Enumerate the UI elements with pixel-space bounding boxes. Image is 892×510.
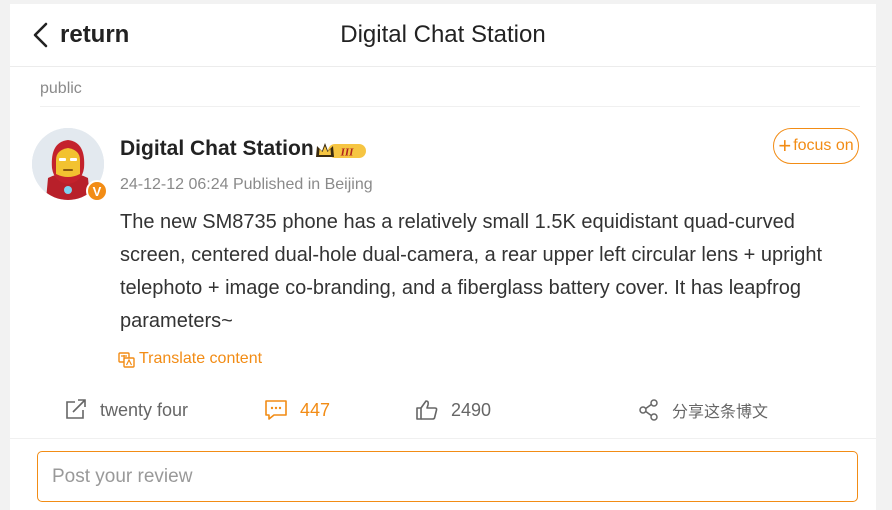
review-input[interactable] <box>37 451 858 502</box>
username[interactable]: Digital Chat Station <box>120 137 314 161</box>
divider <box>40 106 860 107</box>
post-meta: 24-12-12 06:24 Published in Beijing <box>120 176 373 193</box>
translate-link[interactable]: Translate content <box>118 350 262 368</box>
section-label: public <box>40 80 82 97</box>
crown-level-icon: III <box>316 143 366 159</box>
post-content: The new SM8735 phone has a relatively sm… <box>120 211 823 332</box>
translate-label: Translate content <box>139 350 263 367</box>
like-icon <box>416 400 438 420</box>
like-button[interactable]: 2490 <box>415 394 491 426</box>
comment-button[interactable]: 447 <box>264 394 330 426</box>
verified-badge: V <box>86 180 108 202</box>
follow-button[interactable]: + focus on <box>773 128 859 164</box>
share-label: 分享这条博文 <box>672 404 769 421</box>
comment-count: 447 <box>300 399 331 420</box>
share-button[interactable]: 分享这条博文 <box>638 394 768 426</box>
follow-label: focus on <box>793 137 854 154</box>
share-icon <box>639 399 658 421</box>
level-text: III <box>340 147 355 159</box>
divider <box>10 438 876 439</box>
translate-icon <box>118 351 135 368</box>
page-title: Digital Chat Station <box>340 21 546 48</box>
top-bar: return Digital Chat Station <box>10 4 876 67</box>
plus-icon: + <box>778 133 792 158</box>
repost-count: twenty four <box>100 399 189 420</box>
like-count: 2490 <box>451 399 492 420</box>
post-detail-page: return Digital Chat Station public V Dig… <box>10 4 876 510</box>
repost-icon <box>66 399 86 419</box>
repost-button[interactable]: twenty four <box>64 394 188 426</box>
comment-icon <box>265 400 287 420</box>
action-bar: twenty four 447 2490 分享这条博文 <box>10 394 876 426</box>
